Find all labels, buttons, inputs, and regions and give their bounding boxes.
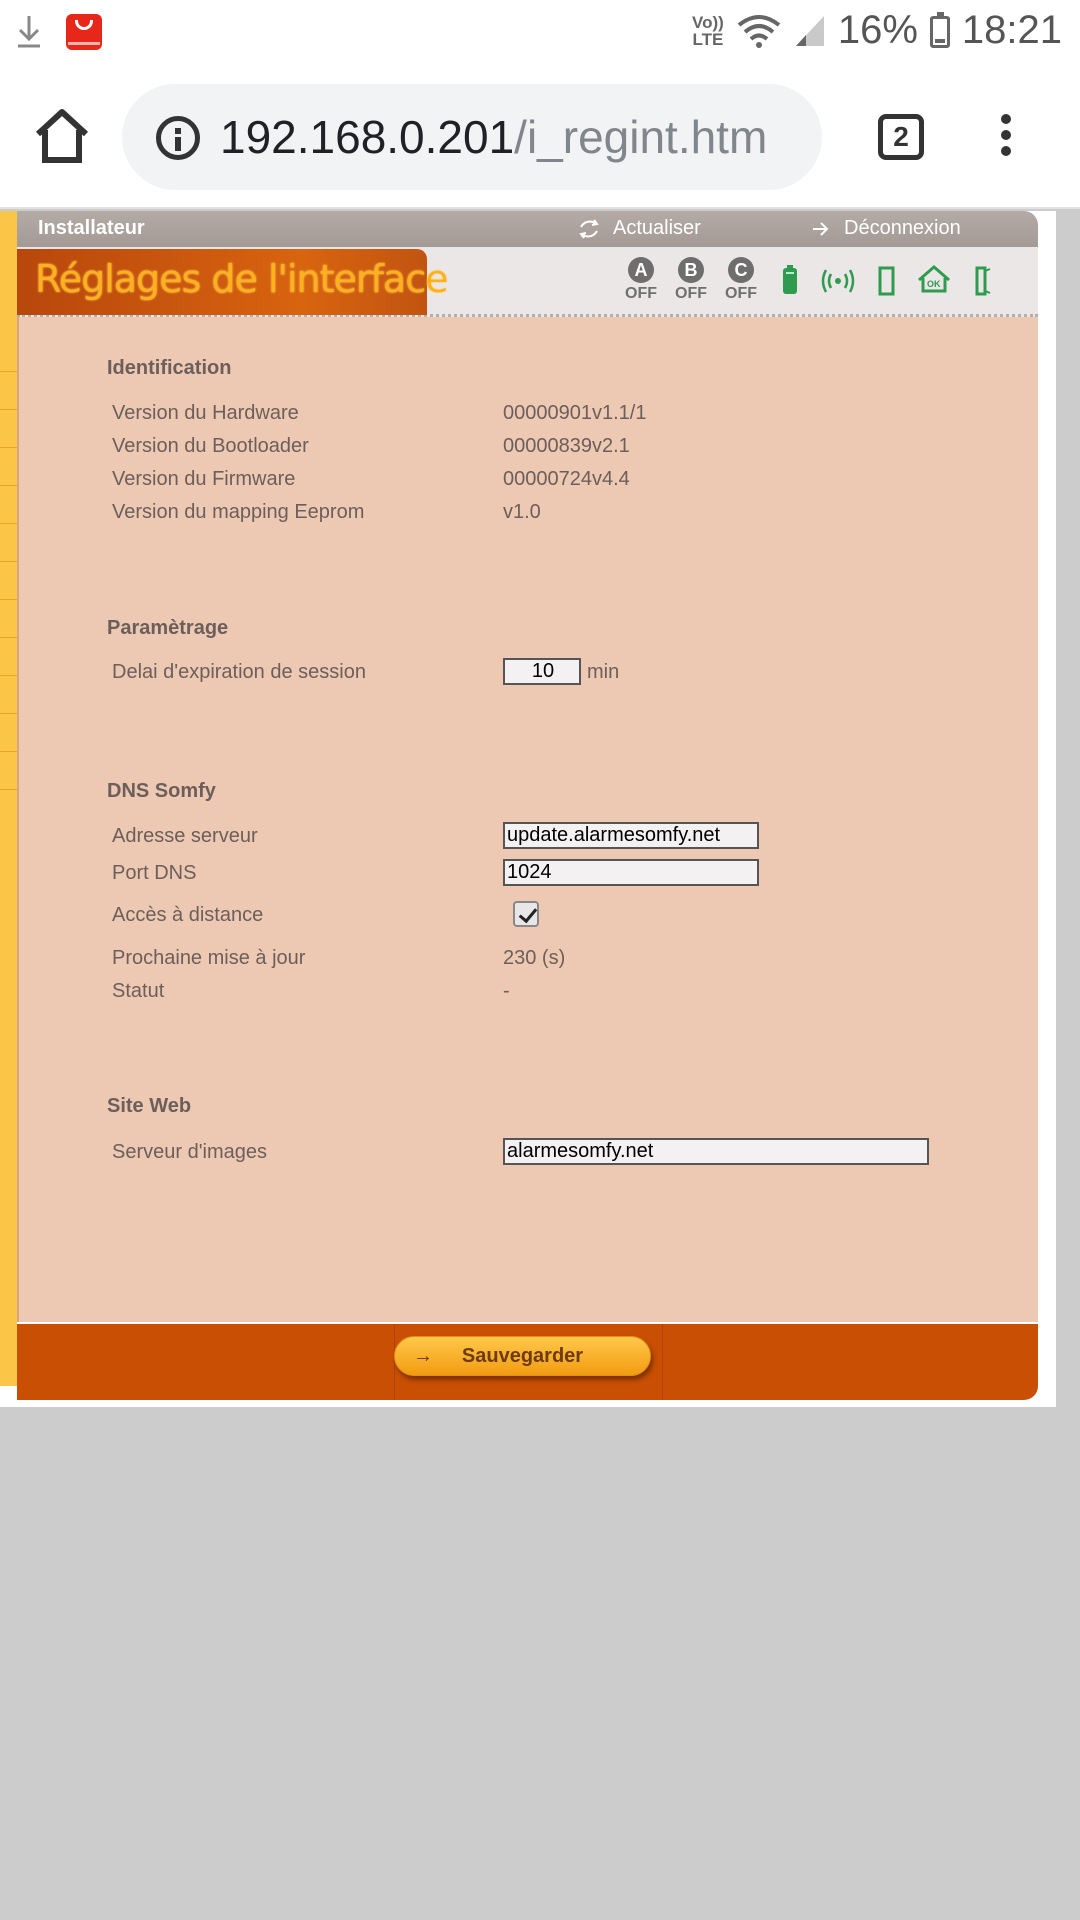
hardware-version-value: 00000901v1.1/1	[503, 402, 647, 424]
browser-toolbar: 192.168.0.201/i_regint.htm 2	[0, 64, 1080, 209]
logout-link[interactable]: Déconnexion	[812, 217, 961, 240]
settings-content: Identification Version du Hardware 00000…	[17, 317, 1038, 1322]
zone-a-status: A OFF	[621, 257, 661, 303]
next-update-value: 230 (s)	[503, 947, 566, 969]
parametrage-title: Paramètrage	[107, 617, 229, 639]
zone-b-state: OFF	[675, 285, 707, 302]
zone-c-state: OFF	[725, 285, 757, 302]
dns-port-input[interactable]: 1024	[503, 859, 759, 886]
web-page: Installateur Actualiser Déconnexion Régl…	[0, 211, 1056, 1407]
firmware-version-value: 00000724v4.4	[503, 468, 630, 490]
dns-somfy-title: DNS Somfy	[107, 780, 216, 802]
logout-label[interactable]: Déconnexion	[844, 217, 961, 240]
zone-c-status: C OFF	[721, 257, 761, 303]
url-bar[interactable]: 192.168.0.201/i_regint.htm	[122, 84, 822, 190]
system-status-icons: A OFF B OFF C OFF OK	[621, 257, 1001, 303]
image-server-label: Serveur d'images	[112, 1141, 267, 1163]
zone-b-status: B OFF	[671, 257, 711, 303]
page-title: Réglages de l'interface	[35, 257, 448, 301]
volte-indicator: Vo)) LTE	[692, 14, 724, 48]
next-update-label: Prochaine mise à jour	[112, 947, 306, 969]
zone-a-letter: A	[628, 257, 654, 283]
svg-text:OK: OK	[927, 279, 941, 289]
page-footer: → Sauvegarder	[17, 1322, 1038, 1400]
clock: 18:21	[961, 8, 1062, 52]
status-bar: Vo)) LTE 16% 18:21	[0, 0, 1080, 64]
left-nav-strip	[0, 211, 17, 1386]
home-button[interactable]	[32, 108, 92, 164]
session-timeout-unit: min	[587, 661, 620, 683]
lte-label: LTE	[692, 29, 724, 49]
bootloader-version-value: 00000839v2.1	[503, 435, 630, 457]
wifi-icon	[737, 14, 781, 48]
info-icon[interactable]	[156, 116, 200, 160]
page-header: Réglages de l'interface A OFF B OFF C OFF O…	[17, 247, 1038, 317]
battery-percent: 16%	[837, 8, 918, 52]
server-address-input[interactable]: update.alarmesomfy.net	[503, 822, 759, 849]
refresh-link[interactable]: Actualiser	[577, 217, 701, 240]
eeprom-mapping-version-label: Version du mapping Eeprom	[112, 501, 365, 523]
zone-a-state: OFF	[625, 285, 657, 302]
dns-status-value: -	[503, 980, 510, 1002]
eeprom-mapping-version-value: v1.0	[503, 501, 541, 523]
zone-b-letter: B	[678, 257, 704, 283]
home-icon	[35, 109, 89, 163]
battery-icon	[929, 11, 950, 48]
arrow-right-icon	[813, 221, 829, 236]
save-button[interactable]: → Sauvegarder	[394, 1336, 651, 1376]
user-role: Installateur	[38, 217, 145, 239]
volte-label: Vo))	[692, 12, 724, 32]
url-path: /i_regint.htm	[514, 111, 768, 163]
house-ok-icon: OK	[915, 257, 953, 303]
settings-panel: Installateur Actualiser Déconnexion Régl…	[17, 211, 1038, 1400]
save-button-label: Sauvegarder	[461, 1345, 584, 1367]
download-icon	[14, 12, 44, 52]
session-timeout-label: Delai d'expiration de session	[112, 661, 366, 683]
top-nav-bar: Installateur Actualiser Déconnexion	[17, 211, 1038, 247]
website-title: Site Web	[107, 1095, 192, 1117]
hardware-version-label: Version du Hardware	[112, 402, 299, 424]
battery-icon	[771, 257, 809, 303]
dns-port-label: Port DNS	[112, 862, 197, 884]
server-address-label: Adresse serveur	[112, 825, 258, 847]
page-title-plate: Réglages de l'interface	[17, 249, 448, 315]
session-timeout-input[interactable]: 10	[503, 658, 581, 685]
opening-sensor-icon	[963, 257, 1001, 303]
dns-status-label: Statut	[112, 980, 165, 1002]
bootloader-version-label: Version du Bootloader	[112, 435, 309, 457]
radio-signal-icon	[819, 257, 857, 303]
url-text[interactable]: 192.168.0.201/i_regint.htm	[220, 108, 767, 166]
refresh-label[interactable]: Actualiser	[613, 217, 701, 240]
refresh-icon	[579, 218, 599, 239]
tab-switcher-button[interactable]: 2	[878, 114, 924, 160]
identification-title: Identification	[107, 357, 232, 379]
image-server-input[interactable]: alarmesomfy.net	[503, 1138, 929, 1165]
remote-access-checkbox[interactable]	[513, 901, 539, 927]
url-host: 192.168.0.201	[220, 111, 515, 163]
firmware-version-label: Version du Firmware	[112, 468, 296, 490]
overflow-menu-icon[interactable]	[996, 114, 1016, 164]
remote-access-label: Accès à distance	[112, 904, 264, 926]
cell-signal-icon	[795, 15, 824, 46]
zone-c-letter: C	[728, 257, 754, 283]
aliexpress-icon	[66, 14, 102, 50]
door-icon	[867, 257, 905, 303]
